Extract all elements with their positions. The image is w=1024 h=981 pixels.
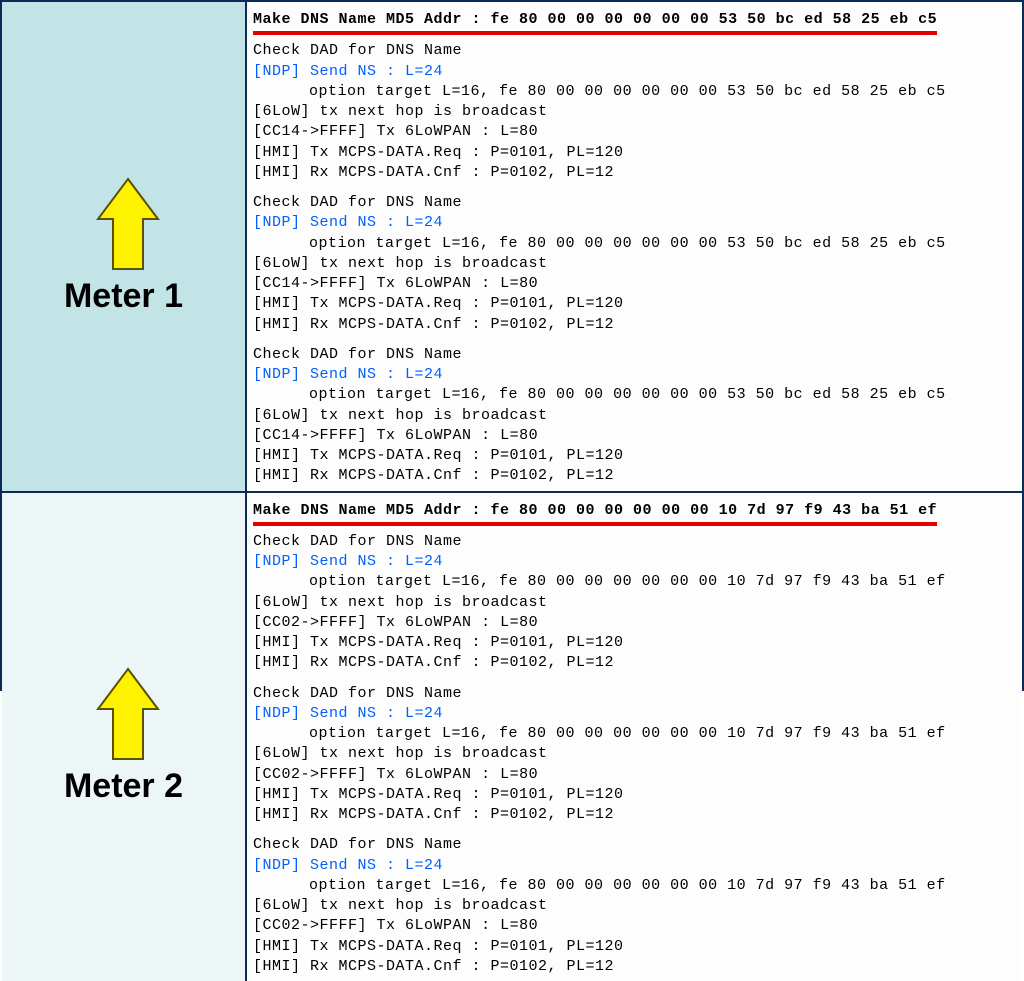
ndp-send: [NDP] Send NS : L=24 bbox=[253, 62, 1016, 82]
ndp-send: [NDP] Send NS : L=24 bbox=[253, 552, 1016, 572]
tx-6lowpan: [CC02->FFFF] Tx 6LoWPAN : L=80 bbox=[253, 765, 1016, 785]
dad-block: Check DAD for DNS Name [NDP] Send NS : L… bbox=[253, 345, 1016, 487]
dns-header: Make DNS Name MD5 Addr : fe 80 00 00 00 … bbox=[253, 501, 937, 526]
meter-label-cell: Meter 1 bbox=[2, 2, 247, 491]
up-arrow-icon bbox=[96, 177, 152, 267]
log-panel: Make DNS Name MD5 Addr : fe 80 00 00 00 … bbox=[247, 2, 1022, 491]
rx-cnf: [HMI] Rx MCPS-DATA.Cnf : P=0102, PL=12 bbox=[253, 653, 1016, 673]
tx-req: [HMI] Tx MCPS-DATA.Req : P=0101, PL=120 bbox=[253, 785, 1016, 805]
dad-block: Check DAD for DNS Name [NDP] Send NS : L… bbox=[253, 41, 1016, 183]
tx-6lowpan: [CC14->FFFF] Tx 6LoWPAN : L=80 bbox=[253, 122, 1016, 142]
6low-line: [6LoW] tx next hop is broadcast bbox=[253, 744, 1016, 764]
tx-6lowpan: [CC02->FFFF] Tx 6LoWPAN : L=80 bbox=[253, 613, 1016, 633]
ndp-send: [NDP] Send NS : L=24 bbox=[253, 704, 1016, 724]
option-target: option target L=16, fe 80 00 00 00 00 00… bbox=[253, 385, 1016, 405]
check-title: Check DAD for DNS Name bbox=[253, 345, 1016, 365]
6low-line: [6LoW] tx next hop is broadcast bbox=[253, 896, 1016, 916]
rx-cnf: [HMI] Rx MCPS-DATA.Cnf : P=0102, PL=12 bbox=[253, 315, 1016, 335]
ndp-send: [NDP] Send NS : L=24 bbox=[253, 856, 1016, 876]
option-target: option target L=16, fe 80 00 00 00 00 00… bbox=[253, 876, 1016, 896]
6low-line: [6LoW] tx next hop is broadcast bbox=[253, 102, 1016, 122]
tx-req: [HMI] Tx MCPS-DATA.Req : P=0101, PL=120 bbox=[253, 294, 1016, 314]
tx-6lowpan: [CC14->FFFF] Tx 6LoWPAN : L=80 bbox=[253, 426, 1016, 446]
up-arrow-icon bbox=[96, 667, 152, 757]
check-title: Check DAD for DNS Name bbox=[253, 684, 1016, 704]
option-target: option target L=16, fe 80 00 00 00 00 00… bbox=[253, 572, 1016, 592]
check-title: Check DAD for DNS Name bbox=[253, 835, 1016, 855]
meter-row: Meter 2 Make DNS Name MD5 Addr : fe 80 0… bbox=[2, 493, 1022, 981]
tx-6lowpan: [CC02->FFFF] Tx 6LoWPAN : L=80 bbox=[253, 916, 1016, 936]
dad-block: Check DAD for DNS Name [NDP] Send NS : L… bbox=[253, 835, 1016, 977]
option-target: option target L=16, fe 80 00 00 00 00 00… bbox=[253, 724, 1016, 744]
check-title: Check DAD for DNS Name bbox=[253, 532, 1016, 552]
log-panel: Make DNS Name MD5 Addr : fe 80 00 00 00 … bbox=[247, 493, 1022, 981]
option-target: option target L=16, fe 80 00 00 00 00 00… bbox=[253, 234, 1016, 254]
tx-6lowpan: [CC14->FFFF] Tx 6LoWPAN : L=80 bbox=[253, 274, 1016, 294]
meter-label: Meter 2 bbox=[64, 767, 183, 806]
ndp-send: [NDP] Send NS : L=24 bbox=[253, 365, 1016, 385]
rx-cnf: [HMI] Rx MCPS-DATA.Cnf : P=0102, PL=12 bbox=[253, 957, 1016, 977]
tx-req: [HMI] Tx MCPS-DATA.Req : P=0101, PL=120 bbox=[253, 446, 1016, 466]
6low-line: [6LoW] tx next hop is broadcast bbox=[253, 406, 1016, 426]
tx-req: [HMI] Tx MCPS-DATA.Req : P=0101, PL=120 bbox=[253, 937, 1016, 957]
dad-block: Check DAD for DNS Name [NDP] Send NS : L… bbox=[253, 532, 1016, 674]
meter-label: Meter 1 bbox=[64, 277, 183, 316]
dad-block: Check DAD for DNS Name [NDP] Send NS : L… bbox=[253, 193, 1016, 335]
6low-line: [6LoW] tx next hop is broadcast bbox=[253, 593, 1016, 613]
diagram-frame: Meter 1 Make DNS Name MD5 Addr : fe 80 0… bbox=[0, 0, 1024, 691]
ndp-send: [NDP] Send NS : L=24 bbox=[253, 213, 1016, 233]
6low-line: [6LoW] tx next hop is broadcast bbox=[253, 254, 1016, 274]
check-title: Check DAD for DNS Name bbox=[253, 41, 1016, 61]
check-title: Check DAD for DNS Name bbox=[253, 193, 1016, 213]
dns-header: Make DNS Name MD5 Addr : fe 80 00 00 00 … bbox=[253, 10, 937, 35]
tx-req: [HMI] Tx MCPS-DATA.Req : P=0101, PL=120 bbox=[253, 633, 1016, 653]
tx-req: [HMI] Tx MCPS-DATA.Req : P=0101, PL=120 bbox=[253, 143, 1016, 163]
dad-block: Check DAD for DNS Name [NDP] Send NS : L… bbox=[253, 684, 1016, 826]
option-target: option target L=16, fe 80 00 00 00 00 00… bbox=[253, 82, 1016, 102]
rx-cnf: [HMI] Rx MCPS-DATA.Cnf : P=0102, PL=12 bbox=[253, 805, 1016, 825]
rx-cnf: [HMI] Rx MCPS-DATA.Cnf : P=0102, PL=12 bbox=[253, 466, 1016, 486]
meter-row: Meter 1 Make DNS Name MD5 Addr : fe 80 0… bbox=[2, 2, 1022, 493]
rx-cnf: [HMI] Rx MCPS-DATA.Cnf : P=0102, PL=12 bbox=[253, 163, 1016, 183]
meter-label-cell: Meter 2 bbox=[2, 493, 247, 981]
